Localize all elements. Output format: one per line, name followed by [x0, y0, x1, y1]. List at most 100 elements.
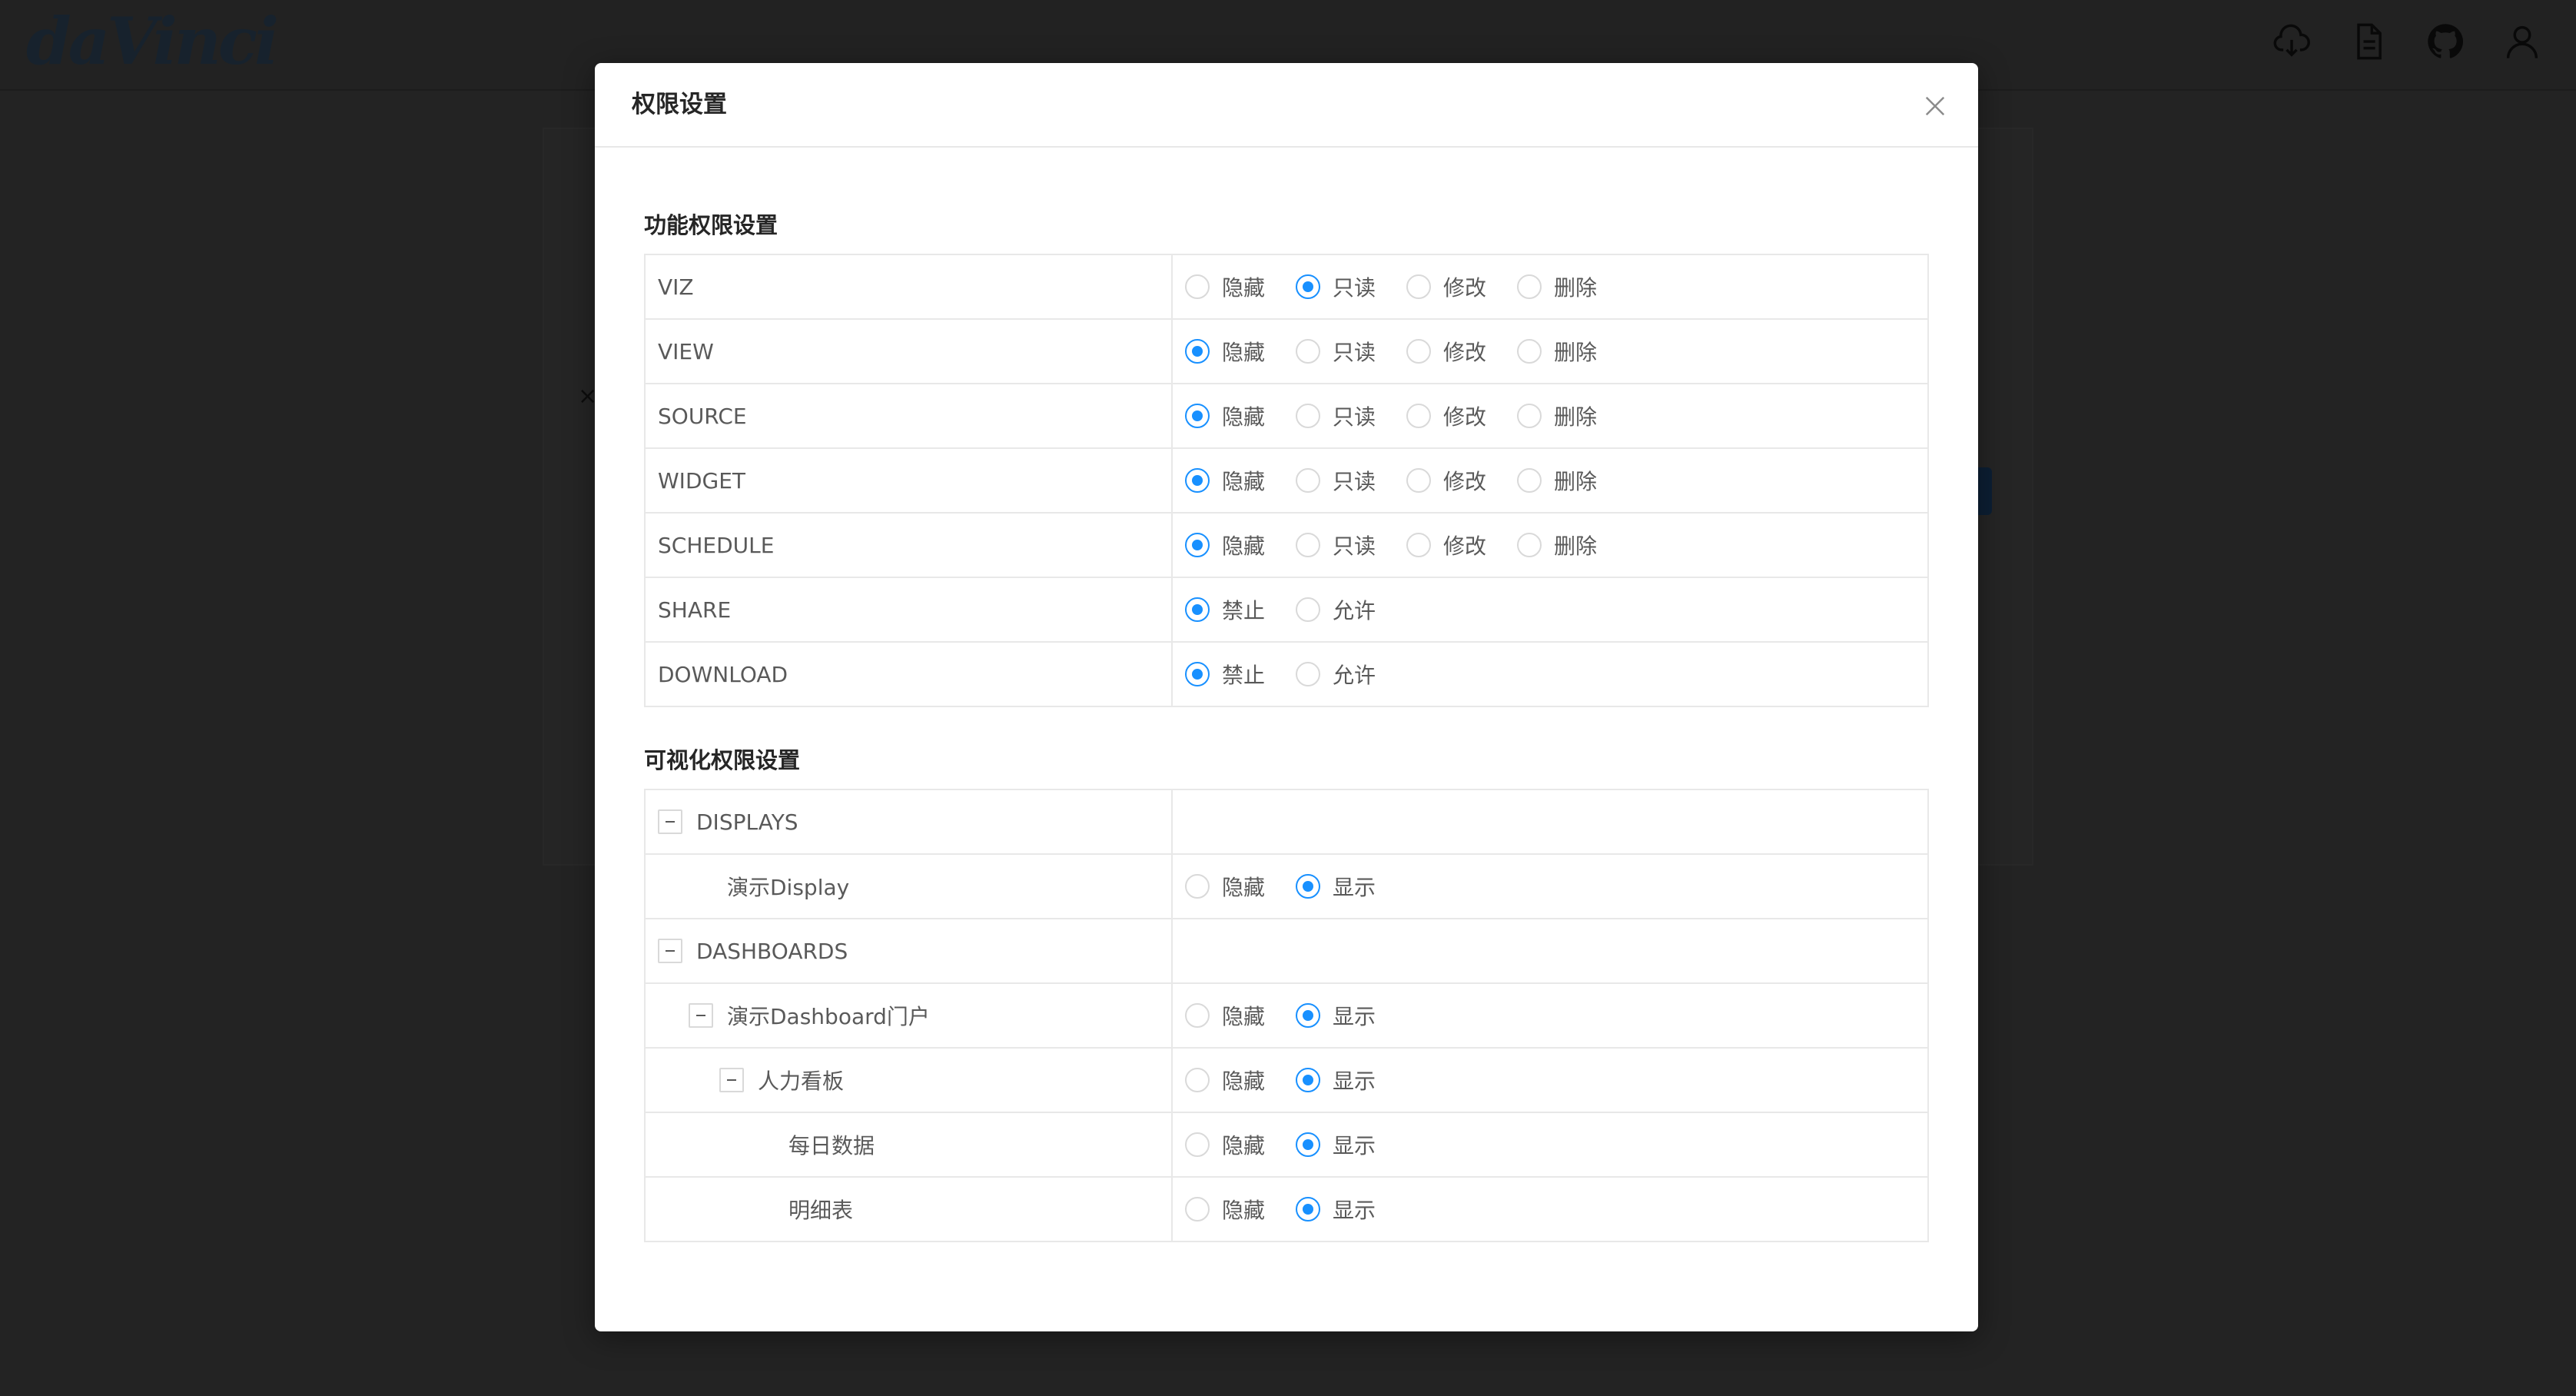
radio-unchecked-icon[interactable]: [1185, 1068, 1210, 1092]
radio-option[interactable]: 允许: [1296, 659, 1386, 690]
radio-unchecked-icon[interactable]: [1296, 339, 1320, 364]
permission-name: VIZ: [646, 255, 1173, 318]
radio-checked-icon[interactable]: [1185, 533, 1210, 557]
radio-option[interactable]: 只读: [1296, 465, 1386, 496]
radio-label: 隐藏: [1222, 1198, 1266, 1223]
radio-option[interactable]: 显示: [1296, 1000, 1386, 1031]
collapse-toggle-icon[interactable]: [658, 939, 682, 963]
modal-title: 权限设置: [632, 91, 727, 118]
modal-header: 权限设置: [595, 63, 1978, 148]
visibility-options: 隐藏 显示: [1173, 1049, 1929, 1112]
radio-unchecked-icon[interactable]: [1406, 274, 1431, 299]
radio-option[interactable]: 修改: [1406, 530, 1497, 560]
radio-option[interactable]: 隐藏: [1185, 871, 1276, 902]
radio-option[interactable]: 显示: [1296, 871, 1386, 902]
radio-checked-icon[interactable]: [1296, 1068, 1320, 1092]
tree-node: DASHBOARDS: [646, 919, 1173, 982]
radio-option[interactable]: 隐藏: [1185, 336, 1276, 367]
radio-label: 隐藏: [1222, 404, 1266, 430]
radio-checked-icon[interactable]: [1296, 1003, 1320, 1028]
radio-label: 只读: [1333, 275, 1376, 301]
radio-unchecked-icon[interactable]: [1406, 404, 1431, 428]
radio-option[interactable]: 隐藏: [1185, 1065, 1276, 1095]
tree-node-label: 演示Dashboard门户: [727, 1004, 930, 1029]
radio-option[interactable]: 隐藏: [1185, 1000, 1276, 1031]
visibility-options: [1173, 790, 1929, 853]
permission-options: 隐藏 只读 修改 删除: [1173, 320, 1929, 383]
radio-option[interactable]: 隐藏: [1185, 1194, 1276, 1225]
radio-checked-icon[interactable]: [1296, 274, 1320, 299]
radio-option[interactable]: 修改: [1406, 336, 1497, 367]
radio-unchecked-icon[interactable]: [1517, 339, 1542, 364]
radio-option[interactable]: 允许: [1296, 594, 1386, 625]
radio-option[interactable]: 删除: [1517, 465, 1608, 496]
radio-unchecked-icon[interactable]: [1517, 468, 1542, 493]
permission-row: SOURCE 隐藏 只读 修改 删除: [646, 384, 1929, 449]
radio-unchecked-icon[interactable]: [1296, 533, 1320, 557]
radio-option[interactable]: 显示: [1296, 1129, 1386, 1160]
radio-option[interactable]: 隐藏: [1185, 271, 1276, 302]
radio-option[interactable]: 隐藏: [1185, 530, 1276, 560]
radio-label: 显示: [1333, 1004, 1376, 1029]
collapse-toggle-icon[interactable]: [689, 1003, 713, 1028]
radio-unchecked-icon[interactable]: [1406, 533, 1431, 557]
radio-option[interactable]: 删除: [1517, 530, 1608, 560]
radio-checked-icon[interactable]: [1296, 1132, 1320, 1157]
radio-unchecked-icon[interactable]: [1517, 404, 1542, 428]
radio-label: 显示: [1333, 875, 1376, 900]
tree-node-label: DASHBOARDS: [696, 938, 848, 964]
radio-checked-icon[interactable]: [1185, 339, 1210, 364]
collapse-toggle-icon[interactable]: [658, 809, 682, 834]
collapse-toggle-icon[interactable]: [719, 1068, 744, 1092]
radio-unchecked-icon[interactable]: [1296, 597, 1320, 622]
radio-option[interactable]: 显示: [1296, 1065, 1386, 1095]
permission-row: SCHEDULE 隐藏 只读 修改 删除: [646, 514, 1929, 578]
radio-label: 隐藏: [1222, 469, 1266, 494]
radio-option[interactable]: 隐藏: [1185, 1129, 1276, 1160]
radio-unchecked-icon[interactable]: [1185, 1132, 1210, 1157]
radio-option[interactable]: 只读: [1296, 336, 1386, 367]
radio-option[interactable]: 修改: [1406, 465, 1497, 496]
radio-label: 隐藏: [1222, 875, 1266, 900]
radio-unchecked-icon[interactable]: [1185, 1003, 1210, 1028]
radio-unchecked-icon[interactable]: [1296, 662, 1320, 686]
radio-unchecked-icon[interactable]: [1185, 274, 1210, 299]
radio-option[interactable]: 隐藏: [1185, 401, 1276, 431]
radio-unchecked-icon[interactable]: [1296, 468, 1320, 493]
radio-checked-icon[interactable]: [1296, 1197, 1320, 1222]
radio-unchecked-icon[interactable]: [1517, 274, 1542, 299]
radio-option[interactable]: 修改: [1406, 401, 1497, 431]
radio-unchecked-icon[interactable]: [1185, 1197, 1210, 1222]
permission-options: 隐藏 只读 修改 删除: [1173, 255, 1929, 318]
radio-option[interactable]: 隐藏: [1185, 465, 1276, 496]
close-button[interactable]: [1915, 86, 1955, 126]
radio-option[interactable]: 禁止: [1185, 659, 1276, 690]
tree-node: DISPLAYS: [646, 790, 1173, 853]
radio-option[interactable]: 只读: [1296, 401, 1386, 431]
functional-permissions-table: VIZ 隐藏 只读 修改 删除 VIEW 隐藏 只读 修改 删除 SOURCE 隐藏 只读 修改 删除 WID…: [644, 254, 1929, 707]
radio-checked-icon[interactable]: [1185, 597, 1210, 622]
radio-option[interactable]: 删除: [1517, 401, 1608, 431]
permission-options: 禁止 允许: [1173, 578, 1929, 641]
radio-unchecked-icon[interactable]: [1296, 404, 1320, 428]
radio-unchecked-icon[interactable]: [1185, 874, 1210, 899]
tree-node-label: DISPLAYS: [696, 809, 798, 835]
radio-checked-icon[interactable]: [1185, 404, 1210, 428]
tree-row: 明细表 隐藏 显示: [646, 1178, 1929, 1242]
radio-option[interactable]: 修改: [1406, 271, 1497, 302]
radio-unchecked-icon[interactable]: [1517, 533, 1542, 557]
radio-option[interactable]: 只读: [1296, 530, 1386, 560]
permission-name: SHARE: [646, 578, 1173, 641]
permission-name: SCHEDULE: [646, 514, 1173, 577]
radio-option[interactable]: 删除: [1517, 271, 1608, 302]
radio-unchecked-icon[interactable]: [1406, 468, 1431, 493]
radio-option[interactable]: 禁止: [1185, 594, 1276, 625]
radio-unchecked-icon[interactable]: [1406, 339, 1431, 364]
radio-option[interactable]: 删除: [1517, 336, 1608, 367]
radio-checked-icon[interactable]: [1185, 468, 1210, 493]
close-icon: [1925, 96, 1945, 116]
radio-option[interactable]: 只读: [1296, 271, 1386, 302]
radio-checked-icon[interactable]: [1296, 874, 1320, 899]
radio-checked-icon[interactable]: [1185, 662, 1210, 686]
radio-option[interactable]: 显示: [1296, 1194, 1386, 1225]
